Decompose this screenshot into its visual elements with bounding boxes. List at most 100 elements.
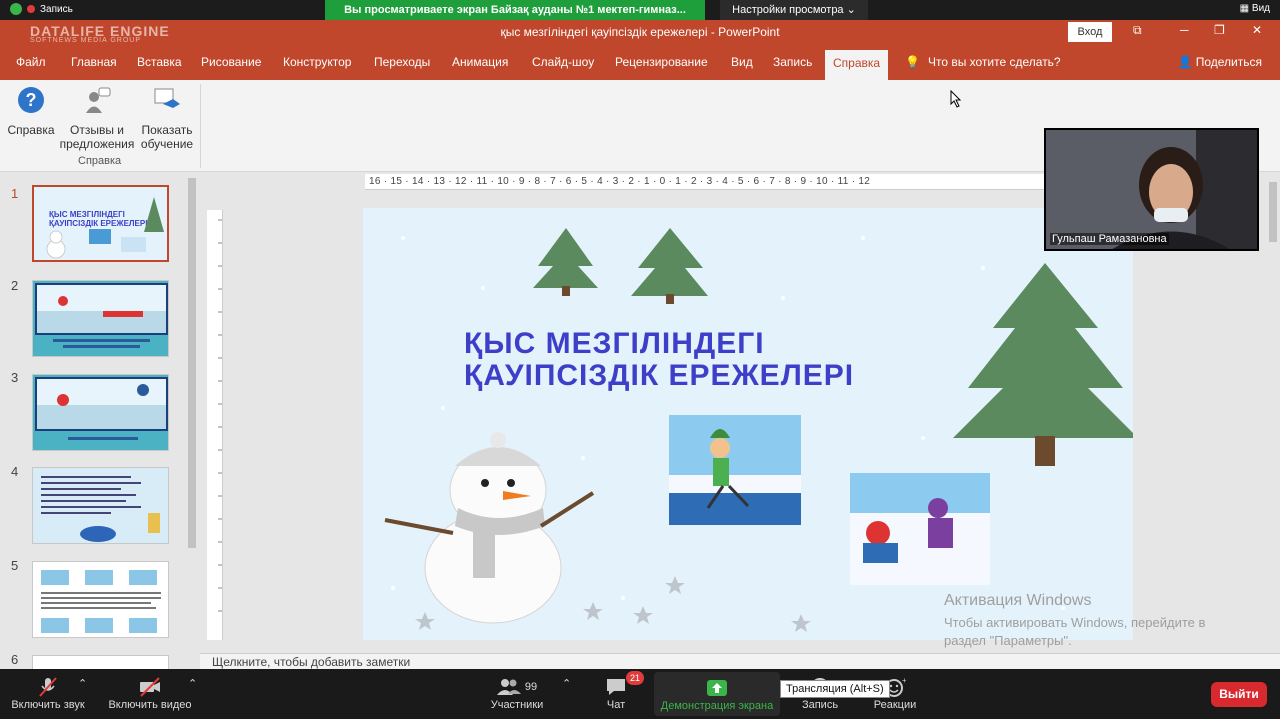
tab-insert[interactable]: Вставка	[137, 55, 182, 69]
unmute-button[interactable]: Включить звук	[8, 675, 88, 711]
help-button[interactable]: ? Справка	[6, 86, 56, 137]
participants-chevron-icon[interactable]: ⌃	[562, 677, 571, 690]
slide-thumbnail-1[interactable]: ҚЫС МЕЗГІЛІНДЕГІ ҚАУІПСІЗДІК ЕРЕЖЕЛЕРІ	[32, 185, 169, 262]
thumb-4-preview	[33, 468, 168, 543]
ribbon-separator	[200, 84, 201, 168]
reactions-label: Реакции	[873, 699, 917, 711]
thumb-number: 1	[11, 186, 19, 201]
slide-thumbnail-6[interactable]	[32, 655, 169, 669]
record-label: Запись	[801, 699, 839, 711]
vertical-ruler-ticks	[218, 219, 222, 612]
title-bar: DATALIFE ENGINE SOFTNEWS MEDIA GROUP қыс …	[0, 20, 1280, 46]
svg-text:ҚЫС МЕЗГІЛІНДЕГІ: ҚЫС МЕЗГІЛІНДЕГІ	[49, 210, 125, 219]
feedback-icon	[86, 87, 111, 113]
minimize-icon[interactable]: ─	[1180, 23, 1189, 37]
live-stream-tooltip: Трансляция (Alt+S)	[780, 680, 890, 698]
tab-record[interactable]: Запись	[773, 55, 812, 69]
person-icon: 👤	[1177, 55, 1193, 69]
tab-animation[interactable]: Анимация	[452, 55, 508, 69]
help-label: Справка	[7, 123, 55, 137]
share-button[interactable]: 👤 Поделиться	[1177, 55, 1262, 69]
unmute-label: Включить звук	[11, 699, 85, 711]
recording-label: Запись	[40, 3, 73, 15]
tab-draw[interactable]: Рисование	[201, 55, 261, 69]
training-label-2: обучение	[140, 137, 194, 151]
tab-home[interactable]: Главная	[71, 55, 117, 69]
participants-count: 99	[524, 681, 538, 693]
slide-scrollbar[interactable]	[1266, 172, 1280, 669]
participants-button[interactable]: 99 Участники	[488, 675, 546, 711]
video-options-chevron-icon[interactable]: ⌃	[188, 677, 197, 690]
chevron-down-icon: ⌄	[846, 4, 856, 16]
view-button[interactable]: ▦ Вид	[1240, 3, 1270, 14]
svg-text:ҚАУІПСІЗДІК ЕРЕЖЕЛЕРІ: ҚАУІПСІЗДІК ЕРЕЖЕЛЕРІ	[49, 219, 147, 228]
tab-help[interactable]: Справка	[825, 50, 889, 80]
horizontal-ruler: 16 · 15 · 14 · 13 · 12 · 11 · 10 · 9 · 8…	[365, 174, 1045, 190]
start-video-label: Включить видео	[108, 699, 192, 711]
lightbulb-icon: 💡	[905, 55, 920, 69]
login-button[interactable]: Вход	[1068, 22, 1112, 42]
feedback-label-2: предложения	[59, 137, 135, 151]
thumb-2-preview	[33, 281, 168, 356]
slide-title-line-2: ҚАУІПСІЗДІК ЕРЕЖЕЛЕРІ	[464, 359, 855, 392]
activation-line-3: раздел "Параметры".	[944, 633, 1072, 648]
slide-thumbnail-3[interactable]	[32, 374, 169, 451]
tab-transitions[interactable]: Переходы	[374, 55, 430, 69]
chat-count-badge: 21	[625, 671, 644, 685]
tab-design[interactable]: Конструктор	[283, 55, 351, 69]
feedback-button[interactable]: Отзывы и предложения	[58, 86, 136, 151]
muted-mic-icon	[8, 675, 88, 699]
ribbon-group-label: Справка	[78, 155, 122, 167]
slide-thumbnail-4[interactable]	[32, 467, 169, 544]
slide-thumbnail-2[interactable]	[32, 280, 169, 357]
audio-options-chevron-icon[interactable]: ⌃	[78, 677, 87, 690]
share-screen-button[interactable]: Демонстрация экрана	[654, 672, 780, 716]
thumbnail-scrollbar[interactable]	[186, 172, 198, 669]
zoom-control-bar: Включить звук ⌃ Включить видео ⌃ 99 Учас…	[0, 669, 1280, 719]
view-settings-label: Настройки просмотра	[732, 4, 844, 16]
thumb-3-preview	[33, 375, 168, 450]
activation-title: Активация Windows	[944, 592, 1092, 609]
notes-pane[interactable]: Щелкните, чтобы добавить заметки	[200, 653, 1280, 669]
tell-me-label: Что вы хотите сделать?	[927, 55, 1061, 69]
restore-icon[interactable]: ❐	[1214, 23, 1225, 37]
thumbnail-pane: 1 ҚЫС МЕЗГІЛІНДЕГІ ҚАУІПСІЗДІК ЕРЕЖЕЛЕРІ…	[0, 172, 200, 669]
participants-icon: 99	[488, 675, 546, 699]
slide-scroll-thumb[interactable]	[1269, 182, 1277, 242]
participant-video[interactable]: Гульпаш Рамазановна	[1044, 128, 1259, 251]
slide-thumbnail-5[interactable]	[32, 561, 169, 638]
svg-text:?: ?	[26, 90, 37, 110]
chat-button[interactable]: 21 Чат	[600, 671, 644, 711]
tab-review[interactable]: Рецензирование	[615, 55, 708, 69]
feedback-label-1: Отзывы и	[70, 123, 124, 137]
show-training-button[interactable]: Показать обучение	[138, 86, 196, 151]
tell-me-search[interactable]: 💡 Что вы хотите сделать?	[905, 55, 1061, 69]
view-settings-dropdown[interactable]: Настройки просмотра ⌄	[720, 0, 868, 20]
leave-button[interactable]: Выйти	[1211, 682, 1267, 707]
thumb-number: 6	[11, 652, 19, 667]
start-video-button[interactable]: Включить видео	[106, 675, 194, 711]
vertical-ruler	[207, 210, 223, 640]
tab-view[interactable]: Вид	[731, 55, 753, 69]
tab-slideshow[interactable]: Слайд-шоу	[532, 55, 594, 69]
thumbnail-scroll-thumb[interactable]	[188, 178, 196, 548]
thumb-1-preview: ҚЫС МЕЗГІЛІНДЕГІ ҚАУІПСІЗДІК ЕРЕЖЕЛЕРІ	[34, 187, 167, 260]
question-icon: ?	[18, 87, 44, 113]
video-off-icon	[106, 675, 194, 699]
view-label: Вид	[1251, 3, 1270, 14]
record-dot-icon	[27, 5, 35, 13]
thumb-number: 3	[11, 370, 19, 385]
windows-activation-watermark: Активация Windows Чтобы активировать Win…	[944, 592, 1205, 650]
tab-file[interactable]: Файл	[16, 55, 46, 69]
slide-canvas[interactable]: ҚЫС МЕЗГІЛІНДЕГІ ҚАУІПСІЗДІК ЕРЕЖЕЛЕРІ	[363, 208, 1133, 640]
slide-artwork	[384, 228, 1133, 632]
ribbon-display-icon[interactable]: ⧉	[1133, 23, 1142, 38]
thumb-5-preview	[33, 562, 168, 637]
chat-label: Чат	[606, 699, 626, 711]
activation-line-2: Чтобы активировать Windows, перейдите в	[944, 615, 1206, 630]
close-icon[interactable]: ✕	[1252, 23, 1262, 37]
mouse-cursor-icon	[950, 90, 962, 108]
share-label: Поделиться	[1195, 55, 1262, 69]
chat-icon: 21	[600, 671, 644, 699]
share-banner: Вы просматриваете экран Байзақ ауданы №1…	[325, 0, 705, 20]
